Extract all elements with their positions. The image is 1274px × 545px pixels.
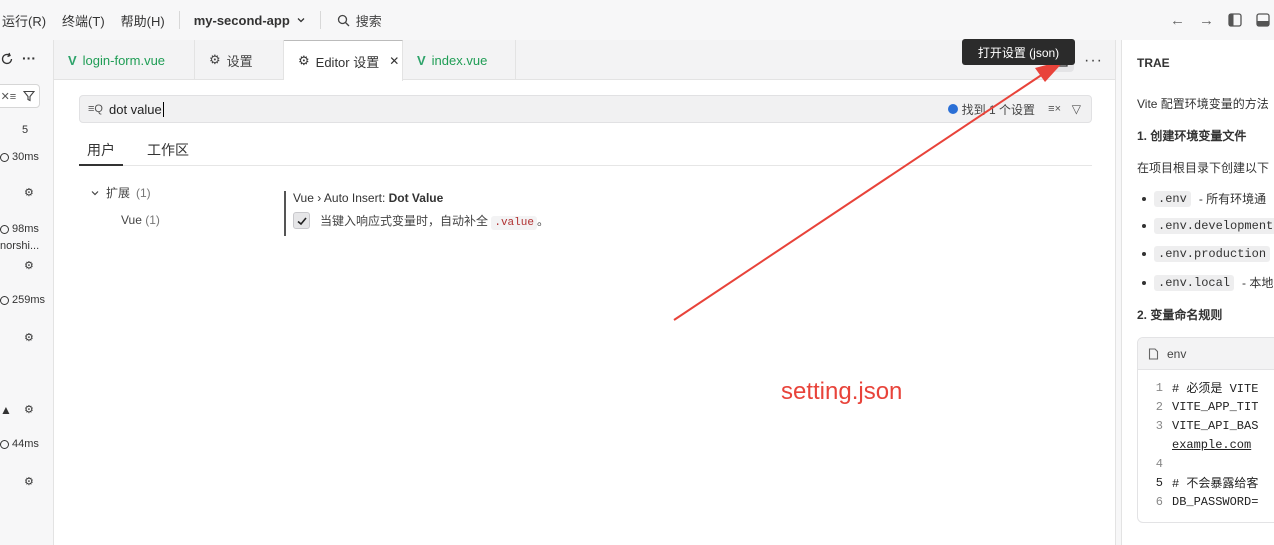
clock-icon [0, 295, 9, 305]
chat-heading-1: 1. 创建环境变量文件 [1137, 129, 1247, 143]
code-line: 1 # 必须是 VITE [1155, 380, 1259, 397]
code-language: env [1167, 346, 1187, 361]
file-icon [1148, 347, 1159, 360]
timing-row: 30ms [0, 151, 39, 163]
timing-row: 44ms [0, 438, 39, 450]
tooltip: 打开设置 (json) [962, 39, 1075, 65]
menu-run[interactable]: 运行(R) [0, 11, 54, 30]
menu-terminal[interactable]: 终端(T) [54, 11, 113, 30]
more-icon[interactable]: ··· [22, 50, 36, 66]
forward-arrow-icon[interactable]: → [1199, 12, 1214, 29]
chat-paragraph: 在项目根目录下创建以下 [1137, 161, 1270, 175]
code-block-header: env [1138, 338, 1274, 370]
timing-row: 98ms [0, 223, 39, 235]
clock-icon [0, 152, 9, 162]
result-count: 5 [22, 124, 29, 136]
chat-intro: Vite 配置环境变量的方法 [1137, 97, 1269, 111]
chat-heading-2: 2. 变量命名规则 [1137, 308, 1223, 322]
refresh-icon[interactable] [0, 52, 14, 66]
menu-divider [319, 11, 321, 29]
gear-icon[interactable]: ⚙ [24, 331, 34, 344]
code-block: env 1 # 必须是 VITE 2 VITE_APP_TIT 3 VITE_API_… [1137, 337, 1274, 523]
code-line: 6 DB_PASSWORD= [1155, 494, 1259, 509]
chat-panel: TRAE Vite 配置环境变量的方法 1. 创建环境变量文件 在项目根目录下创… [1121, 40, 1274, 545]
code-line: 2 VITE_APP_TIT [1155, 399, 1259, 414]
menu-help[interactable]: 帮助(H) [113, 11, 173, 30]
toggle-sidebar-icon[interactable] [1228, 13, 1242, 27]
search-icon [337, 14, 350, 26]
annotation-arrow [673, 60, 1065, 321]
back-arrow-icon[interactable]: ← [1170, 12, 1185, 29]
editor-panel: V login-form.vue ⚙ 设置 ⚙ Editor 设置 ✕ V in… [53, 40, 1116, 545]
chevron-down-icon [297, 18, 305, 23]
gear-icon[interactable]: ⚙ [24, 259, 34, 272]
code-line: 3 VITE_API_BAS [1155, 418, 1259, 433]
gear-icon[interactable]: ⚙ [24, 186, 34, 199]
truncated-item: norshi... [0, 240, 40, 252]
window-controls: ← → [1170, 0, 1274, 40]
timing-row: 259ms [0, 294, 45, 306]
clear-filter-icon[interactable]: ✕≡ [1, 90, 17, 103]
global-search[interactable]: 搜索 [327, 11, 392, 30]
gear-icon[interactable]: ⚙ [24, 403, 34, 416]
clock-icon [0, 439, 9, 449]
list-item: .env.production [1142, 246, 1271, 262]
annotation-label: setting.json [781, 378, 903, 405]
menu-divider [178, 11, 180, 29]
filter-icon[interactable] [23, 90, 36, 102]
list-item: .env.development [1142, 218, 1274, 234]
code-line: example.com [1172, 437, 1252, 452]
code-line: 4 [1155, 456, 1163, 471]
app-window: 运行(R) 终端(T) 帮助(H) my-second-app 搜索 ← → ·… [0, 0, 1274, 545]
toggle-panel-icon[interactable] [1256, 13, 1270, 27]
list-item: .env - 所有环境通 [1142, 190, 1266, 207]
explorer-strip: ··· ✕≡ 5 30ms ⚙ 98ms norshi... ⚙ 259ms ⚙… [0, 40, 52, 545]
project-name: my-second-app [193, 12, 290, 28]
filter-box[interactable]: ✕≡ [0, 84, 40, 108]
warning-icon: ▲ [0, 403, 12, 417]
code-line: 5 # 不会暴露给客 [1155, 475, 1259, 492]
search-label: 搜索 [355, 13, 382, 29]
project-switcher[interactable]: my-second-app [186, 13, 314, 28]
clock-icon [0, 224, 9, 234]
code-lines: 1 # 必须是 VITE 2 VITE_APP_TIT 3 VITE_API_BAS … [1138, 370, 1274, 511]
gear-icon[interactable]: ⚙ [24, 475, 34, 488]
menu-bar: 运行(R) 终端(T) 帮助(H) my-second-app 搜索 [0, 0, 1274, 40]
list-item: .env.local - 本地 [1142, 274, 1273, 291]
chat-title: TRAE [1137, 56, 1170, 70]
